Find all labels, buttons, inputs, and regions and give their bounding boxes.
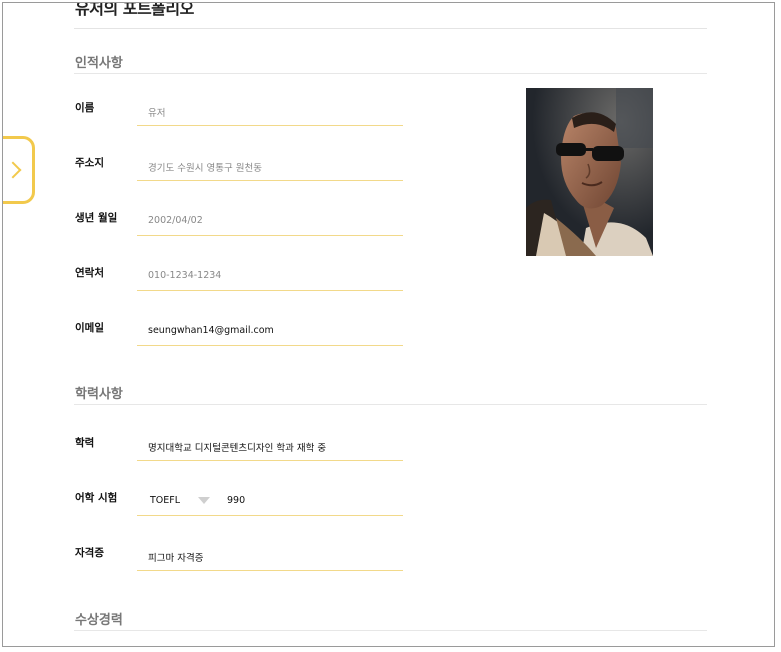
contact-value: 010-1234-1234 — [148, 270, 222, 281]
section-awards-heading: 수상경력 — [75, 613, 123, 628]
address-label: 주소지 — [75, 157, 104, 169]
email-field[interactable]: seungwhan14@gmail.com — [137, 317, 403, 346]
address-value: 경기도 수원시 영통구 원천동 — [148, 163, 262, 174]
contact-label: 연락처 — [75, 267, 104, 279]
language-test-select[interactable]: TOEFL — [137, 487, 215, 515]
email-value: seungwhan14@gmail.com — [148, 325, 274, 336]
language-score-input[interactable]: 990 — [227, 495, 245, 506]
language-test-field: TOEFL 990 — [137, 487, 403, 516]
section-personal-heading: 인적사항 — [75, 56, 123, 71]
language-test-label: 어학 시험 — [75, 492, 118, 504]
title-divider — [74, 28, 707, 29]
contact-field[interactable]: 010-1234-1234 — [137, 262, 403, 291]
portfolio-page: 유저의 포트폴리오 인적사항 이름 유저 주소지 경기도 수원시 영통구 원천동… — [2, 2, 775, 647]
birth-field[interactable]: 2002/04/02 — [137, 207, 403, 236]
certificate-field[interactable]: 피그마 자격증 — [137, 542, 403, 571]
school-field[interactable]: 명지대학교 디지털콘텐츠디자인 학과 재학 중 — [137, 432, 403, 461]
side-panel-toggle-button[interactable] — [3, 136, 35, 204]
birth-value: 2002/04/02 — [148, 215, 203, 226]
caret-down-icon — [198, 497, 210, 504]
page-title: 유저의 포트폴리오 — [75, 2, 194, 18]
certificate-label: 자격증 — [75, 547, 104, 559]
certificate-value: 피그마 자격증 — [148, 553, 204, 564]
profile-photo — [526, 88, 653, 256]
email-label: 이메일 — [75, 322, 104, 334]
name-value: 유저 — [148, 108, 166, 119]
section-education-heading: 학력사항 — [75, 387, 123, 402]
school-label: 학력 — [75, 437, 95, 449]
profile-photo-illustration — [526, 88, 653, 256]
chevron-right-icon — [4, 161, 22, 179]
birth-label: 생년 월일 — [75, 212, 118, 224]
address-field[interactable]: 경기도 수원시 영통구 원천동 — [137, 152, 403, 181]
section-personal-divider — [74, 73, 707, 74]
section-awards-divider — [74, 630, 707, 631]
name-field[interactable]: 유저 — [137, 97, 403, 126]
language-test-selected: TOEFL — [150, 495, 181, 506]
section-education-divider — [74, 404, 707, 405]
name-label: 이름 — [75, 102, 95, 114]
school-value: 명지대학교 디지털콘텐츠디자인 학과 재학 중 — [148, 443, 327, 454]
